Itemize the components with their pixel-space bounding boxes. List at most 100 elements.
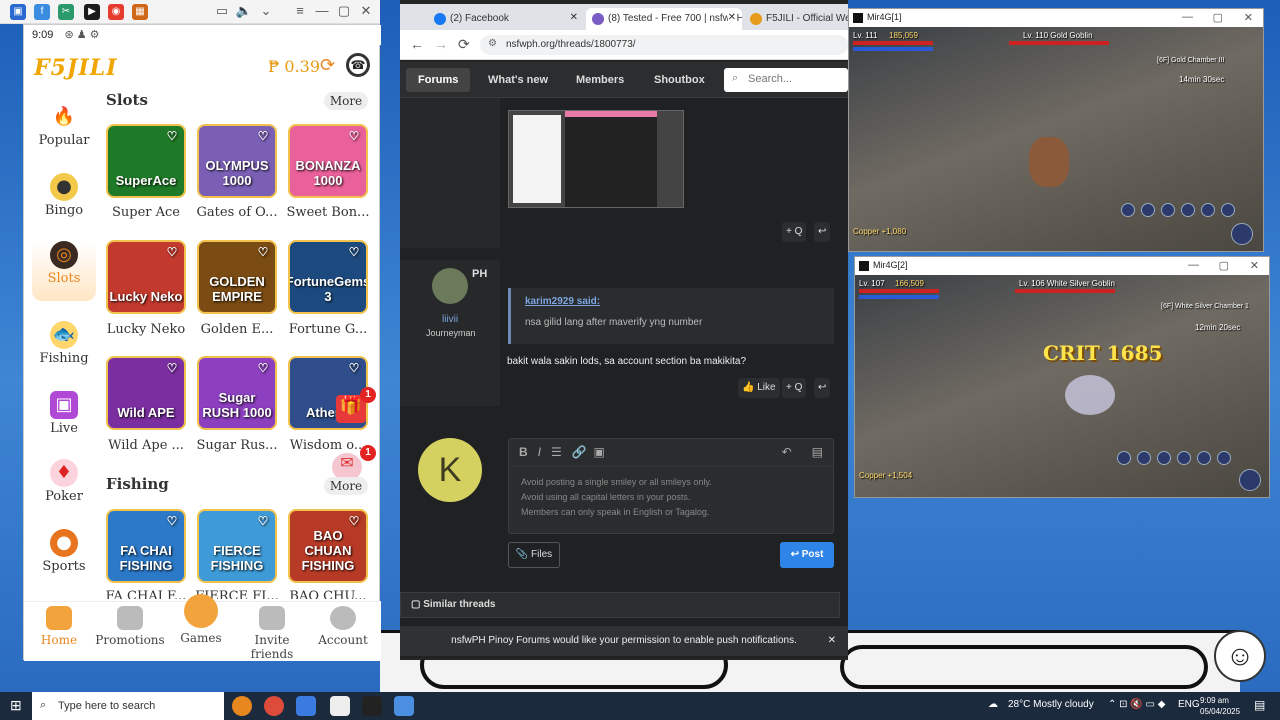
game-tile-gates-of-olympus[interactable]: ♡ OLYMPUS 1000 xyxy=(197,124,277,198)
taskbar-clock[interactable]: 9:09 am 05/04/2025 xyxy=(1200,695,1240,717)
game-tile-sugar-rush[interactable]: ♡ Sugar RUSH 1000 xyxy=(197,356,277,430)
fishing-more-button[interactable]: More xyxy=(324,477,368,495)
maximize-icon[interactable]: ▢ xyxy=(334,3,354,19)
attach-files-button[interactable]: 📎 Files xyxy=(508,542,560,568)
quote-author-link[interactable]: karim2929 said: xyxy=(525,296,820,307)
mirror-app-icon[interactable]: ▣ xyxy=(10,4,26,20)
mirror-chrome-icon[interactable]: ◉ xyxy=(108,4,124,20)
chrome-icon[interactable] xyxy=(264,696,284,716)
favorite-heart-icon[interactable]: ♡ xyxy=(346,245,362,259)
game-tile-fierce-fishing[interactable]: ♡ FIERCE FISHING xyxy=(197,509,277,583)
username-link[interactable]: liivii xyxy=(442,314,458,325)
weather-text[interactable]: 28°C Mostly cloudy xyxy=(1008,699,1094,710)
favorite-heart-icon[interactable]: ♡ xyxy=(164,129,180,143)
language-indicator[interactable]: ENG xyxy=(1178,699,1200,710)
favorite-heart-icon[interactable]: ♡ xyxy=(255,514,271,528)
game-tile-lucky-neko[interactable]: ♡ Lucky Neko xyxy=(106,240,186,314)
taskbar-mir4-icon[interactable] xyxy=(362,696,382,716)
like-button[interactable]: 👍 Like xyxy=(738,378,780,398)
skill-slot[interactable] xyxy=(1177,451,1191,465)
mirror-tool-icon[interactable]: ✂ xyxy=(58,4,74,20)
undo-icon[interactable]: ↶ xyxy=(782,445,792,459)
category-live[interactable]: ▣ Live xyxy=(32,391,96,451)
favorite-heart-icon[interactable]: ♡ xyxy=(255,129,271,143)
back-arrow-icon[interactable]: ← xyxy=(410,36,424,52)
url-field[interactable]: ⚙ nsfwph.org/threads/1800773/ xyxy=(480,35,848,55)
post-reply-button[interactable]: ↩ Post xyxy=(780,542,834,568)
taskbar-search-input[interactable]: ⌕ Type here to search xyxy=(32,692,224,720)
refresh-balance-icon[interactable]: ⟳ xyxy=(320,55,335,76)
close-icon[interactable]: ✕ xyxy=(356,3,376,19)
skill-slot[interactable] xyxy=(1221,203,1235,217)
slots-more-button[interactable]: More xyxy=(324,92,368,110)
game-tile-super-ace[interactable]: ♡ SuperAce xyxy=(106,124,186,198)
tab-facebook[interactable]: (2) Facebook ✕ xyxy=(428,8,584,30)
attack-button[interactable] xyxy=(1239,469,1261,491)
close-icon[interactable]: ✕ xyxy=(1244,11,1253,24)
skill-slot[interactable] xyxy=(1121,203,1135,217)
nav-promotions[interactable]: Promotions xyxy=(95,606,165,647)
game-tile-golden-empire[interactable]: ♡ GOLDEN EMPIRE xyxy=(197,240,277,314)
category-sports[interactable]: ● Sports xyxy=(32,529,96,589)
list-icon[interactable]: ☰ xyxy=(551,445,562,459)
nav-games[interactable]: Games xyxy=(166,594,236,645)
attack-button[interactable] xyxy=(1231,223,1253,245)
preview-icon[interactable]: ▤ xyxy=(812,445,823,459)
bold-icon[interactable]: B xyxy=(519,445,528,459)
game-tile-sweet-bonanza[interactable]: ♡ BONANZA 1000 xyxy=(288,124,368,198)
customer-support-icon[interactable]: ☎ xyxy=(346,53,370,77)
taskbar-game-icon[interactable] xyxy=(330,696,350,716)
maximize-icon[interactable]: ▢ xyxy=(1219,259,1229,272)
minimize-icon[interactable]: — xyxy=(1188,259,1199,271)
mirror-game-icon[interactable]: ▦ xyxy=(132,4,148,20)
quote-button[interactable]: + Q xyxy=(782,378,807,398)
minimize-icon[interactable]: — xyxy=(312,3,332,18)
game-scene[interactable]: Lv. 111 185,059 Lv. 110 Gold Goblin [6F]… xyxy=(849,27,1263,251)
favorite-heart-icon[interactable]: ♡ xyxy=(164,361,180,375)
quote-button[interactable]: + Q xyxy=(782,222,807,242)
menu-icon[interactable]: ≡ xyxy=(290,3,310,18)
skill-slot[interactable] xyxy=(1217,451,1231,465)
image-icon[interactable]: ▣ xyxy=(593,445,604,459)
skill-slot[interactable] xyxy=(1141,203,1155,217)
skill-slot[interactable] xyxy=(1201,203,1215,217)
favorite-heart-icon[interactable]: ♡ xyxy=(346,129,362,143)
favorite-heart-icon[interactable]: ♡ xyxy=(164,514,180,528)
maximize-icon[interactable]: ▢ xyxy=(1213,11,1223,24)
weather-icon[interactable]: ☁ xyxy=(988,699,998,710)
reload-icon[interactable]: ⟳ xyxy=(458,36,470,53)
nav-shoutbox[interactable]: Shoutbox xyxy=(654,74,705,86)
favorite-heart-icon[interactable]: ♡ xyxy=(164,245,180,259)
category-popular[interactable]: 🔥 Popular xyxy=(32,103,96,163)
nav-members[interactable]: Members xyxy=(576,74,624,86)
desktop-mascot-icon[interactable]: ☺ xyxy=(1214,630,1266,682)
reply-editor[interactable]: B I ☰ 🔗 ▣ ▤ ↶ Avoid posting a single smi… xyxy=(508,438,834,534)
close-icon[interactable]: ✕ xyxy=(1250,259,1259,272)
category-bingo[interactable]: ● Bingo xyxy=(32,173,96,233)
favorite-heart-icon[interactable]: ♡ xyxy=(346,361,362,375)
chevron-down-icon[interactable]: ⌄ xyxy=(256,3,276,19)
close-tab-icon[interactable]: ✕ xyxy=(570,12,578,23)
mirror-play-icon[interactable]: ▶ xyxy=(84,4,100,20)
nav-account[interactable]: Account xyxy=(308,606,378,647)
reply-arrow-icon[interactable]: ↩ xyxy=(814,222,831,242)
nav-home[interactable]: Home xyxy=(24,606,94,647)
nav-invite-friends[interactable]: Invite friends xyxy=(237,606,307,661)
close-notification-icon[interactable]: ✕ xyxy=(828,626,836,656)
game-scene[interactable]: Lv. 107 166,509 Lv. 106 White Silver Gob… xyxy=(855,275,1269,497)
attached-screenshot-thumbnail[interactable] xyxy=(508,110,684,208)
game-tile-fa-chai-fishing[interactable]: ♡ FA CHAI FISHING xyxy=(106,509,186,583)
nav-forums[interactable]: Forums xyxy=(406,68,471,92)
link-icon[interactable]: 🔗 xyxy=(572,445,587,459)
reply-arrow-icon[interactable]: ↩ xyxy=(814,378,831,398)
tab-nsfwph-thread[interactable]: (8) Tested - Free 700 | nsfwPH P ✕ xyxy=(586,8,742,30)
skill-slot[interactable] xyxy=(1157,451,1171,465)
close-tab-icon[interactable]: ✕ xyxy=(727,12,736,23)
similar-threads-header[interactable]: ▢ Similar threads xyxy=(400,592,840,618)
f5jili-logo[interactable]: F5JILI xyxy=(34,55,117,81)
taskbar-app-icon[interactable] xyxy=(232,696,252,716)
forward-arrow-icon[interactable]: → xyxy=(434,36,448,52)
nav-whats-new[interactable]: What's new xyxy=(488,74,548,86)
minimize-icon[interactable]: — xyxy=(1182,11,1193,23)
skill-slot[interactable] xyxy=(1161,203,1175,217)
